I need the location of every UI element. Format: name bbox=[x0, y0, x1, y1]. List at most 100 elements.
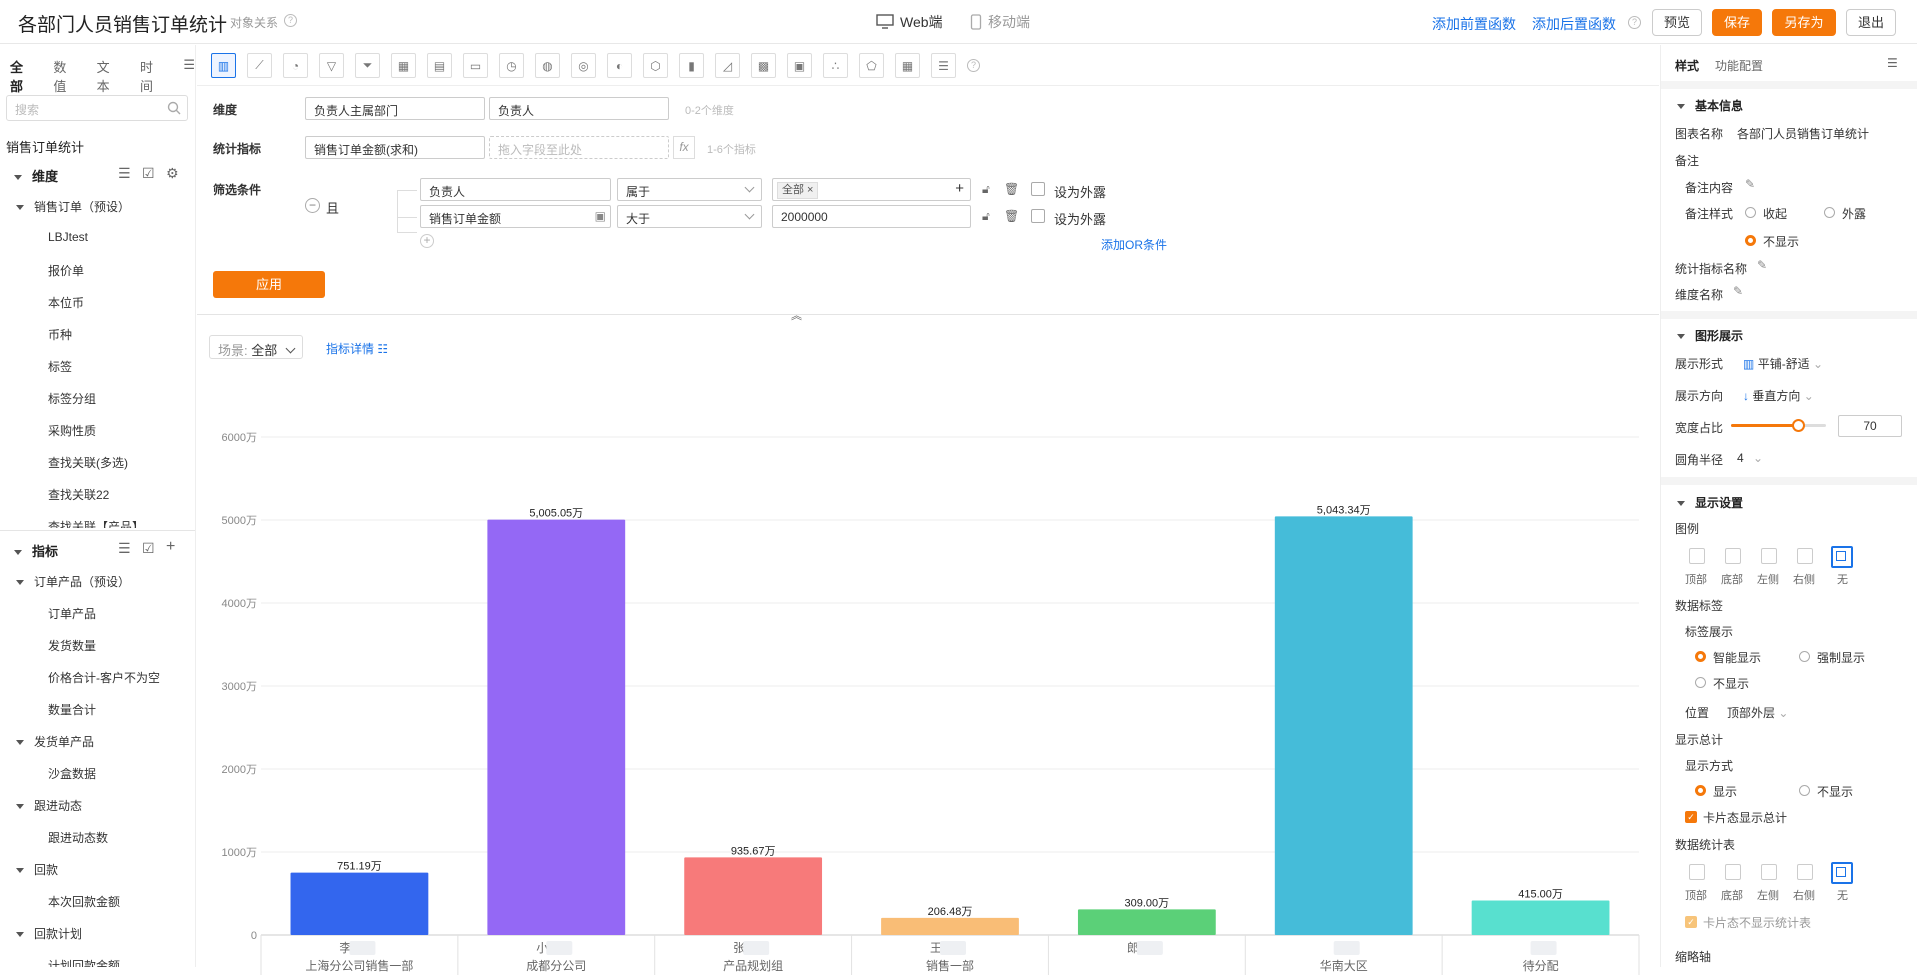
gauge-icon[interactable]: ◷ bbox=[499, 53, 524, 78]
edit-icon[interactable]: ✎ bbox=[1733, 284, 1743, 298]
add-icon[interactable]: + bbox=[166, 538, 175, 556]
metric-detail-link[interactable]: 指标详情 ☷ bbox=[326, 340, 388, 357]
metric-group[interactable]: 回款 bbox=[16, 861, 58, 878]
dimension-item[interactable]: 报价单 bbox=[48, 262, 84, 279]
metric-group[interactable]: 订单产品（预设） bbox=[16, 573, 130, 590]
polygon-icon[interactable]: ⬠ bbox=[859, 53, 884, 78]
area-chart-icon[interactable]: ◿ bbox=[715, 53, 740, 78]
dimension-field[interactable]: 负责人主属部门 bbox=[305, 97, 485, 120]
add-icon[interactable]: + bbox=[955, 180, 964, 197]
legend-pos-top[interactable] bbox=[1689, 548, 1705, 564]
preview-button[interactable]: 预览 bbox=[1652, 9, 1702, 36]
funnel-icon[interactable]: ▽ bbox=[319, 53, 344, 78]
radio-force-show[interactable] bbox=[1799, 651, 1810, 662]
batch-select-icon[interactable]: ☑ bbox=[142, 165, 155, 182]
metric-item[interactable]: 订单产品 bbox=[48, 605, 96, 622]
bracket-line[interactable] bbox=[397, 232, 417, 233]
expose-checkbox[interactable] bbox=[1031, 209, 1045, 223]
indent-icon[interactable]: ☰ bbox=[118, 540, 131, 557]
radius-select[interactable]: 4 ⌄ bbox=[1737, 451, 1763, 465]
tab-web[interactable]: Web端 bbox=[876, 12, 943, 32]
help-icon[interactable]: ? bbox=[967, 59, 980, 72]
divider[interactable] bbox=[1661, 81, 1917, 89]
metric-section[interactable]: 指标 bbox=[14, 541, 58, 560]
table-pos-right[interactable] bbox=[1797, 864, 1813, 880]
filter-field[interactable]: 销售订单金额 ▣ bbox=[420, 205, 611, 228]
dimension-item[interactable]: 币种 bbox=[48, 326, 72, 343]
filter-value[interactable]: 全部 × + bbox=[772, 178, 971, 201]
combo-chart-icon[interactable]: ▤ bbox=[427, 53, 452, 78]
dimension-item[interactable]: 本位币 bbox=[48, 294, 84, 311]
batch-select-icon[interactable]: ☑ bbox=[142, 540, 155, 557]
tab-function-config[interactable]: 功能配置 bbox=[1715, 57, 1763, 74]
width-input[interactable]: 70 bbox=[1838, 415, 1902, 437]
grid-icon[interactable]: ▦ bbox=[895, 53, 920, 78]
filter-operator[interactable]: 大于 bbox=[617, 205, 762, 228]
bracket-line[interactable] bbox=[397, 190, 417, 191]
dimension-item[interactable]: 标签 bbox=[48, 358, 72, 375]
add-condition-icon[interactable]: + bbox=[420, 234, 434, 248]
metric-item[interactable]: 发货数量 bbox=[48, 637, 96, 654]
direction-select[interactable]: ↓ 垂直方向 ⌄ bbox=[1743, 387, 1814, 404]
save-button[interactable]: 保存 bbox=[1712, 9, 1762, 36]
dimension-item[interactable]: 查找关联(多选) bbox=[48, 454, 128, 471]
dimension-item[interactable]: 查找关联【产品】 bbox=[48, 518, 144, 528]
funnel-compare-icon[interactable]: ⏷ bbox=[355, 53, 380, 78]
filter-value-input[interactable]: 2000000 bbox=[772, 205, 971, 228]
help-icon[interactable]: ? bbox=[284, 14, 297, 27]
map-province-icon[interactable]: ◎ bbox=[571, 53, 596, 78]
metric-item[interactable]: 数量合计 bbox=[48, 701, 96, 718]
display-form-select[interactable]: ▥ 平铺-舒适 ⌄ bbox=[1743, 355, 1823, 372]
radio-label-no-show[interactable] bbox=[1695, 677, 1706, 688]
tab-style[interactable]: 样式 bbox=[1675, 57, 1699, 74]
edit-icon[interactable]: ✎ bbox=[1745, 177, 1755, 191]
metric-item[interactable]: 计划回款金额 bbox=[48, 957, 120, 967]
formula-icon[interactable]: fx bbox=[673, 136, 695, 159]
metric-item[interactable]: 价格合计-客户不为空 bbox=[48, 669, 160, 686]
display-settings-section[interactable]: 显示设置 bbox=[1677, 494, 1743, 511]
metric-item[interactable]: 跟进动态数 bbox=[48, 829, 108, 846]
pivot-table-icon[interactable]: ▣ bbox=[787, 53, 812, 78]
tab-number[interactable]: 数值 bbox=[53, 57, 76, 95]
dimension-item[interactable]: 标签分组 bbox=[48, 390, 96, 407]
tab-text[interactable]: 文本 bbox=[97, 57, 120, 95]
legend-pos-bottom[interactable] bbox=[1725, 548, 1741, 564]
legend-pos-none[interactable] bbox=[1831, 546, 1853, 568]
width-slider-handle[interactable] bbox=[1791, 419, 1805, 432]
pie-chart-icon[interactable]: ◔ bbox=[283, 53, 308, 78]
filter-field[interactable]: 负责人 bbox=[420, 178, 611, 201]
apply-button[interactable]: 应用 bbox=[213, 271, 325, 298]
edit-icon[interactable]: ✎ bbox=[1757, 258, 1767, 272]
metric-field[interactable]: 销售订单金额(求和) bbox=[305, 136, 485, 159]
map-world-icon[interactable]: ◐ bbox=[607, 53, 632, 78]
radio-smart-show[interactable] bbox=[1695, 651, 1706, 662]
radio-collapse[interactable] bbox=[1745, 207, 1756, 218]
metric-group[interactable]: 跟进动态 bbox=[16, 797, 82, 814]
filter-logic[interactable]: 且 bbox=[326, 198, 339, 217]
indent-icon[interactable]: ☰ bbox=[118, 165, 131, 182]
value-tag[interactable]: 全部 × bbox=[777, 182, 819, 199]
card-icon[interactable]: ▭ bbox=[463, 53, 488, 78]
table-pos-bottom[interactable] bbox=[1725, 864, 1741, 880]
map-china-icon[interactable]: ◍ bbox=[535, 53, 560, 78]
search-input[interactable]: 搜索 bbox=[6, 95, 188, 121]
metric-group[interactable]: 发货单产品 bbox=[16, 733, 94, 750]
card-total-checkbox[interactable]: ✓ bbox=[1685, 811, 1697, 823]
dimension-item[interactable]: 查找关联22 bbox=[48, 486, 109, 503]
divider[interactable] bbox=[1661, 477, 1917, 485]
settings-icon[interactable]: ⚙ bbox=[166, 165, 179, 182]
bracket-line[interactable] bbox=[397, 190, 398, 232]
dimension-item[interactable]: 采购性质 bbox=[48, 422, 96, 439]
metric-item[interactable]: 沙盒数据 bbox=[48, 765, 96, 782]
exit-button[interactable]: 退出 bbox=[1846, 9, 1896, 36]
divider[interactable] bbox=[197, 314, 1659, 315]
table-pos-left[interactable] bbox=[1761, 864, 1777, 880]
graphic-section[interactable]: 图形展示 bbox=[1677, 327, 1743, 344]
filter-operator[interactable]: 属于 bbox=[617, 178, 762, 201]
add-pre-function-link[interactable]: 添加前置函数 bbox=[1432, 14, 1516, 34]
dimension-section[interactable]: 维度 bbox=[14, 166, 58, 185]
dimension-item[interactable]: LBJtest bbox=[48, 230, 88, 244]
expose-checkbox[interactable] bbox=[1031, 182, 1045, 196]
list-icon[interactable]: ☰ bbox=[931, 53, 956, 78]
delete-icon[interactable]: 🗑︎ bbox=[1004, 209, 1019, 223]
